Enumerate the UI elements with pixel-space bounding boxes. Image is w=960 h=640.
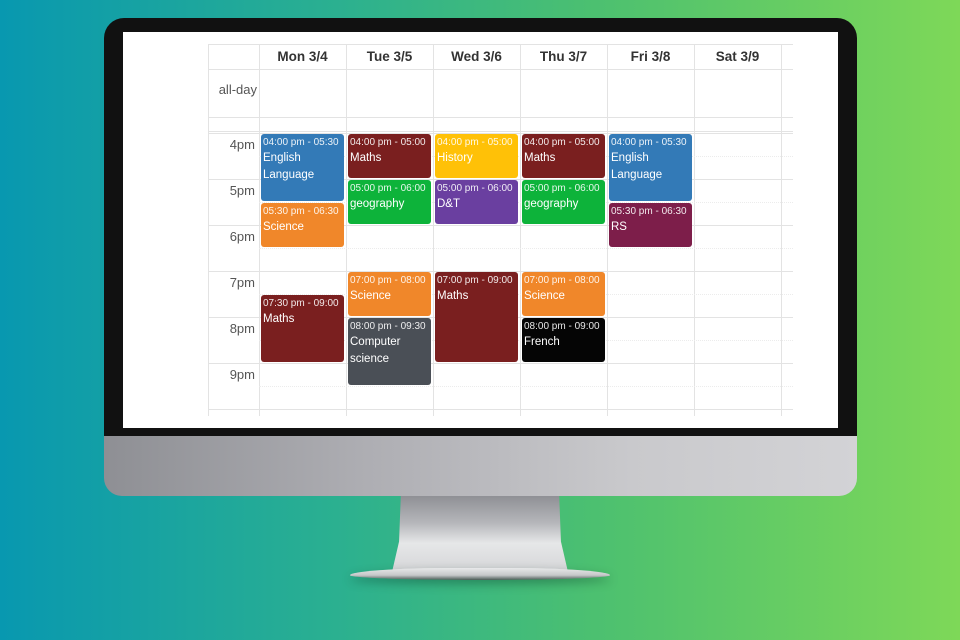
week-calendar: all-day Mon 3/4 Tue 3/5 Wed 3/6 Thu 3/7 Fri …	[208, 44, 793, 416]
day-header[interactable]: Sat 3/9	[694, 44, 781, 69]
event-time: 04:00 pm - 05:00	[524, 137, 600, 148]
calendar-event[interactable]: 04:00 pm - 05:30 English Language	[609, 134, 692, 201]
time-slot-label: 9pm	[229, 367, 255, 382]
event-time: 07:00 pm - 08:00	[350, 275, 426, 286]
calendar-event[interactable]: 04:00 pm - 05:00 Maths	[348, 134, 431, 178]
event-title: Maths	[524, 152, 556, 164]
event-title: D&T	[437, 198, 460, 210]
all-day-label: all-day	[218, 82, 257, 97]
calendar-event[interactable]: 08:00 pm - 09:00 French	[522, 318, 605, 362]
grid-column-line	[520, 44, 521, 416]
event-time: 05:30 pm - 06:30	[611, 206, 687, 217]
calendar-event[interactable]: 07:00 pm - 09:00 Maths	[435, 272, 518, 362]
grid-column-line	[346, 44, 347, 416]
monitor-stand-base	[350, 568, 610, 580]
grid-column-line	[607, 44, 608, 416]
event-title: History	[437, 152, 473, 164]
event-title: English Language	[611, 152, 663, 181]
monitor-chin	[104, 436, 857, 496]
day-header[interactable]: Fri 3/8	[607, 44, 694, 69]
event-title: French	[524, 336, 560, 348]
event-title: geography	[524, 198, 579, 210]
grid-row-line	[208, 131, 793, 132]
calendar-event[interactable]: 08:00 pm - 09:30 Computer science	[348, 318, 431, 385]
event-time: 04:00 pm - 05:00	[350, 137, 426, 148]
day-header[interactable]: Tue 3/5	[346, 44, 433, 69]
day-header[interactable]: Thu 3/7	[520, 44, 607, 69]
grid-column-line	[694, 44, 695, 416]
event-time: 08:00 pm - 09:00	[524, 321, 600, 332]
time-slot-label: 5pm	[229, 183, 255, 198]
event-title: Computer science	[350, 336, 401, 365]
event-title: Science	[350, 290, 391, 302]
monitor-screen: all-day Mon 3/4 Tue 3/5 Wed 3/6 Thu 3/7 Fri …	[123, 32, 838, 428]
calendar-event[interactable]: 07:00 pm - 08:00 Science	[522, 272, 605, 316]
grid-column-line	[259, 44, 260, 416]
time-slot-label: 8pm	[229, 321, 255, 336]
event-title: Maths	[350, 152, 382, 164]
day-header[interactable]: Mon 3/4	[259, 44, 346, 69]
calendar-event[interactable]: 04:00 pm - 05:00 Maths	[522, 134, 605, 178]
event-title: Science	[524, 290, 565, 302]
event-title: English Language	[263, 152, 315, 181]
event-time: 07:00 pm - 08:00	[524, 275, 600, 286]
calendar-event[interactable]: 05:00 pm - 06:00 geography	[522, 180, 605, 224]
monitor-stand	[392, 496, 568, 572]
calendar-event[interactable]: 05:00 pm - 06:00 geography	[348, 180, 431, 224]
event-title: Maths	[437, 290, 469, 302]
event-time: 04:00 pm - 05:30	[263, 137, 339, 148]
grid-column-line	[781, 44, 782, 416]
event-time: 07:30 pm - 09:00	[263, 298, 339, 309]
grid-column-line	[433, 44, 434, 416]
time-slot-label: 6pm	[229, 229, 255, 244]
calendar-event[interactable]: 05:30 pm - 06:30 Science	[261, 203, 344, 247]
event-time: 08:00 pm - 09:30	[350, 321, 426, 332]
event-time: 04:00 pm - 05:30	[611, 137, 687, 148]
event-time: 05:30 pm - 06:30	[263, 206, 339, 217]
day-header[interactable]: Wed 3/6	[433, 44, 520, 69]
event-title: Science	[263, 221, 304, 233]
event-time: 04:00 pm - 05:00	[437, 137, 513, 148]
calendar-event[interactable]: 04:00 pm - 05:00 History	[435, 134, 518, 178]
time-slot-label: 7pm	[229, 275, 255, 290]
event-time: 05:00 pm - 06:00	[437, 183, 513, 194]
calendar-event[interactable]: 04:00 pm - 05:30 English Language	[261, 134, 344, 201]
event-time: 07:00 pm - 09:00	[437, 275, 513, 286]
event-time: 05:00 pm - 06:00	[524, 183, 600, 194]
event-title: Maths	[263, 313, 295, 325]
grid-row-line	[208, 363, 793, 364]
event-time: 05:00 pm - 06:00	[350, 183, 426, 194]
calendar-event[interactable]: 07:00 pm - 08:00 Science	[348, 272, 431, 316]
event-title: RS	[611, 221, 627, 233]
event-title: geography	[350, 198, 405, 210]
calendar-event[interactable]: 05:30 pm - 06:30 RS	[609, 203, 692, 247]
grid-row-line	[208, 409, 793, 410]
grid-row-line	[208, 69, 793, 70]
time-slot-label: 4pm	[229, 137, 255, 152]
calendar-event[interactable]: 07:30 pm - 09:00 Maths	[261, 295, 344, 362]
calendar-event[interactable]: 05:00 pm - 06:00 D&T	[435, 180, 518, 224]
grid-row-line	[208, 117, 793, 118]
half-hour-line	[259, 386, 793, 387]
half-hour-line	[259, 248, 793, 249]
